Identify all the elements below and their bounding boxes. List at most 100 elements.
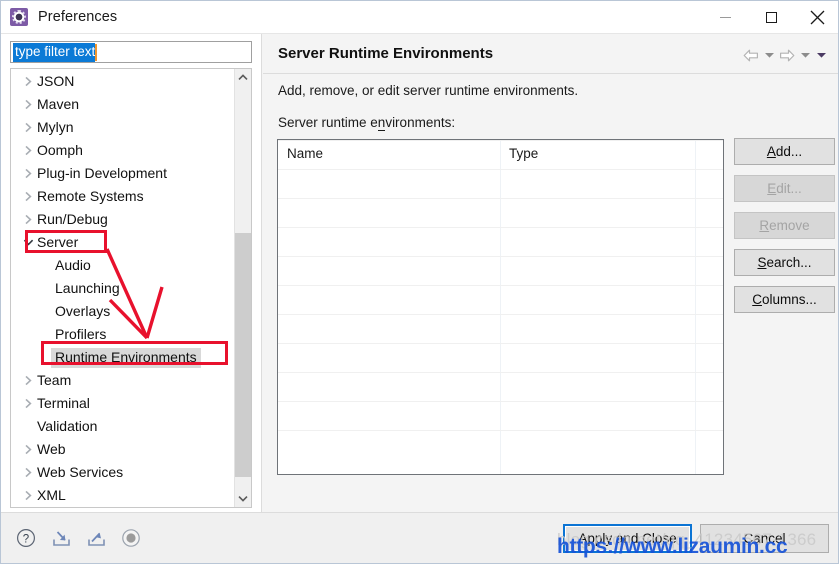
forward-history-dropdown[interactable] xyxy=(797,46,813,64)
twisty-spacer xyxy=(19,421,37,432)
back-button[interactable] xyxy=(741,46,761,64)
dialog-footer: ? xyxy=(1,512,838,563)
text-caret xyxy=(95,44,97,61)
tree-scrollbar[interactable] xyxy=(234,69,251,507)
chevron-right-icon[interactable] xyxy=(19,214,37,225)
table-row[interactable] xyxy=(278,140,723,141)
table-row[interactable] xyxy=(278,256,723,257)
list-label-prefix: Server runtime e xyxy=(278,115,378,130)
column-divider xyxy=(500,140,501,474)
tree-item-label: Oomph xyxy=(37,142,83,159)
tree-item-web-services[interactable]: Web Services xyxy=(11,461,235,484)
tree-item-profilers[interactable]: Profilers xyxy=(11,323,235,346)
chevron-right-icon[interactable] xyxy=(19,444,37,455)
table-actions: Add...Edit...RemoveSearch...Columns... xyxy=(734,138,835,323)
tree-item-oomph[interactable]: Oomph xyxy=(11,139,235,162)
svg-text:?: ? xyxy=(23,533,29,545)
oomph-recorder-icon xyxy=(121,528,141,548)
tree-item-server[interactable]: Server xyxy=(11,231,235,254)
help-button[interactable]: ? xyxy=(15,526,37,550)
tree-item-label: Terminal xyxy=(37,395,90,412)
chevron-right-icon[interactable] xyxy=(19,99,37,110)
arrow-right-icon xyxy=(779,49,795,62)
chevron-right-icon[interactable] xyxy=(19,122,37,133)
window-title: Preferences xyxy=(38,9,117,25)
oomph-recorder-button[interactable] xyxy=(120,526,142,550)
chevron-down-filled-icon xyxy=(816,51,827,59)
preferences-dialog: Preferences type filter text JSON MavenMy… xyxy=(0,0,839,564)
minimize-icon xyxy=(720,17,731,18)
help-icon: ? xyxy=(16,528,36,548)
preference-page: Server Runtime Environments xyxy=(261,34,839,513)
maximize-button[interactable] xyxy=(748,1,794,33)
tree-item-label: Team xyxy=(37,372,71,389)
back-history-dropdown[interactable] xyxy=(761,46,777,64)
tree-item-label: Web xyxy=(37,441,66,458)
tree-item-team[interactable]: Team xyxy=(11,369,235,392)
table-row[interactable] xyxy=(278,372,723,373)
chevron-right-icon[interactable] xyxy=(19,168,37,179)
forward-button[interactable] xyxy=(777,46,797,64)
tree-item-xml[interactable]: XML xyxy=(11,484,235,507)
tree-item-run-debug[interactable]: Run/Debug xyxy=(11,208,235,231)
tree-item-audio[interactable]: Audio xyxy=(11,254,235,277)
scroll-up-button[interactable] xyxy=(235,69,251,86)
chevron-right-icon[interactable] xyxy=(19,467,37,478)
tree-item-launching[interactable]: Launching xyxy=(11,277,235,300)
footer-icons: ? xyxy=(15,526,142,550)
chevron-right-icon[interactable] xyxy=(19,375,37,386)
table-row[interactable] xyxy=(278,401,723,402)
button-label: Add... xyxy=(767,144,802,159)
search-button[interactable]: Search... xyxy=(734,249,835,276)
runtime-environments-table[interactable]: Name Type xyxy=(277,139,724,475)
filter-input[interactable]: type filter text xyxy=(10,41,252,63)
scroll-down-button[interactable] xyxy=(235,490,251,507)
maximize-icon xyxy=(766,12,777,23)
tree-item-web[interactable]: Web xyxy=(11,438,235,461)
export-button[interactable] xyxy=(85,526,107,550)
table-row[interactable] xyxy=(278,169,723,170)
tree-item-label: Remote Systems xyxy=(37,188,144,205)
close-button[interactable] xyxy=(794,1,839,33)
filter-input-value: type filter text xyxy=(13,43,95,62)
preferences-tree[interactable]: JSON MavenMylyn Oomph Plug-in Development Re… xyxy=(10,68,252,508)
chevron-right-icon[interactable] xyxy=(19,191,37,202)
tree-item-label: Plug-in Development xyxy=(37,165,167,182)
chevron-right-icon[interactable] xyxy=(19,145,37,156)
table-row[interactable] xyxy=(278,314,723,315)
table-row[interactable] xyxy=(278,430,723,431)
tree-item-overlays[interactable]: Overlays xyxy=(11,300,235,323)
page-menu-dropdown[interactable] xyxy=(813,46,829,64)
chevron-down-icon xyxy=(238,495,248,502)
tree-item-validation[interactable]: Validation xyxy=(11,415,235,438)
chevron-right-icon[interactable] xyxy=(19,490,37,501)
tree-item-label: XML xyxy=(37,487,66,504)
tree-item-remote-systems[interactable]: Remote Systems xyxy=(11,185,235,208)
apply-and-close-button[interactable]: Apply and Close xyxy=(563,524,692,553)
chevron-down-icon[interactable] xyxy=(19,238,37,247)
scrollbar-thumb[interactable] xyxy=(235,233,251,477)
table-row[interactable] xyxy=(278,227,723,228)
tree-item-label: JSON xyxy=(37,73,74,90)
add-button[interactable]: Add... xyxy=(734,138,835,165)
cancel-button[interactable]: Cancel xyxy=(700,524,829,553)
list-label-suffix: vironments: xyxy=(385,115,455,130)
tree-item-runtime-environments[interactable]: Runtime Environments xyxy=(11,346,235,369)
tree-item-terminal[interactable]: Terminal xyxy=(11,392,235,415)
tree-item-mylyn[interactable]: Mylyn xyxy=(11,116,235,139)
table-row[interactable] xyxy=(278,285,723,286)
table-row[interactable] xyxy=(278,343,723,344)
tree-items: JSON MavenMylyn Oomph Plug-in Development Re… xyxy=(11,69,235,507)
chevron-right-icon[interactable] xyxy=(19,76,37,87)
tree-item-json[interactable]: JSON xyxy=(11,70,235,93)
columns-button[interactable]: Columns... xyxy=(734,286,835,313)
chevron-down-icon xyxy=(800,51,811,59)
import-button[interactable] xyxy=(50,526,72,550)
import-icon xyxy=(51,528,72,548)
minimize-button[interactable] xyxy=(702,1,748,33)
tree-item-maven[interactable]: Maven xyxy=(11,93,235,116)
tree-item-plug-in-development[interactable]: Plug-in Development xyxy=(11,162,235,185)
chevron-right-icon[interactable] xyxy=(19,398,37,409)
tree-item-label: Profilers xyxy=(55,326,106,343)
table-row[interactable] xyxy=(278,198,723,199)
